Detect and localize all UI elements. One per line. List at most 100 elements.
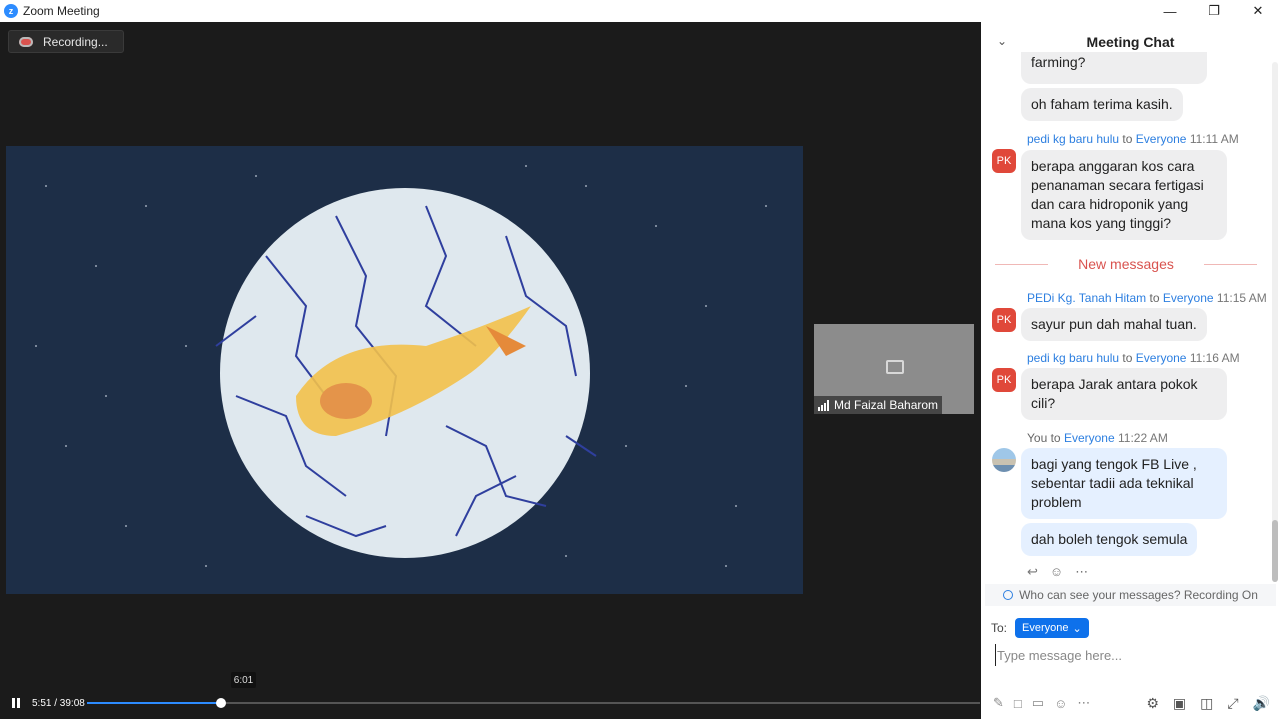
- captions-icon[interactable]: ▣: [1173, 695, 1186, 712]
- chat-message-text: farming?: [1031, 54, 1086, 70]
- shared-screen: [6, 146, 803, 594]
- message-time: 11:15 AM: [1216, 291, 1267, 305]
- format-text-icon[interactable]: ✎: [993, 695, 1004, 711]
- to-word: to: [1149, 291, 1160, 305]
- recording-label: Recording...: [43, 34, 108, 49]
- chat-message-line: problem: [1031, 494, 1082, 510]
- chat-message-line: sebentar tadii ada teknikal: [1031, 475, 1194, 491]
- recipient-dropdown[interactable]: Everyone ⌄: [1015, 618, 1089, 638]
- seek-bar-progress: [87, 702, 221, 704]
- avatar[interactable]: PK: [992, 149, 1016, 173]
- shared-screen-image: [6, 146, 803, 594]
- recording-indicator[interactable]: Recording...: [8, 30, 124, 53]
- chat-message-line: berapa anggaran kos cara: [1031, 158, 1195, 174]
- message-time: 11:22 AM: [1118, 431, 1168, 445]
- participant-name: Md Faizal Baharom: [834, 398, 939, 412]
- chat-sender-line: PEDi Kg. Tanah Hitam to Everyone 11:15 A…: [1027, 291, 1267, 305]
- fullscreen-icon[interactable]: ⤢: [1227, 695, 1238, 712]
- message-time: 11:11 AM: [1189, 132, 1239, 146]
- to-word: to: [1050, 431, 1061, 445]
- seek-handle[interactable]: [216, 698, 226, 708]
- chat-message-line: penanaman secara fertigasi: [1031, 177, 1204, 193]
- new-messages-label: New messages: [1078, 256, 1174, 272]
- chat-title: Meeting Chat: [1086, 34, 1175, 50]
- screenshot-icon[interactable]: □: [1014, 696, 1022, 711]
- chat-message-line: bagi yang tengok FB Live ,: [1031, 456, 1197, 472]
- picture-in-picture-icon[interactable]: ◫: [1200, 695, 1213, 712]
- chevron-down-icon: ⌄: [1072, 622, 1082, 635]
- pause-icon[interactable]: [12, 698, 22, 708]
- recipient-row: To: Everyone ⌄: [991, 618, 1089, 638]
- reply-icon[interactable]: ↩: [1027, 564, 1038, 580]
- chat-message: sayur pun dah mahal tuan.: [1021, 308, 1207, 341]
- file-icon[interactable]: ▭: [1032, 695, 1044, 711]
- seek-bar[interactable]: [87, 698, 980, 708]
- recipient-name[interactable]: Everyone: [1163, 291, 1214, 305]
- more-icon[interactable]: ⋯: [1075, 564, 1088, 580]
- chat-sender-line: pedi kg baru hulu to Everyone 11:11 AM: [1027, 132, 1239, 146]
- recipient-name[interactable]: Everyone: [1064, 431, 1115, 445]
- avatar[interactable]: [992, 448, 1016, 472]
- chat-message-text: dah boleh tengok semula: [1031, 531, 1188, 547]
- sender-name[interactable]: PEDi Kg. Tanah Hitam: [1027, 291, 1146, 305]
- chevron-down-icon[interactable]: ⌄: [997, 34, 1007, 48]
- chat-message-line: mana kos yang tinggi?: [1031, 215, 1172, 231]
- sender-name[interactable]: pedi kg baru hulu: [1027, 351, 1119, 365]
- chat-sender-line: pedi kg baru hulu to Everyone 11:16 AM: [1027, 351, 1240, 365]
- window-title: Zoom Meeting: [23, 4, 100, 18]
- chat-message: berapa Jarak antara pokok cili?: [1021, 368, 1227, 420]
- emoji-icon[interactable]: ☺: [1054, 696, 1067, 711]
- chat-message-input[interactable]: [995, 644, 1265, 666]
- restore-icon[interactable]: ❐: [1192, 0, 1236, 22]
- chat-message-line: sayur pun dah mahal tuan.: [1031, 316, 1197, 332]
- chat-message-line: berapa Jarak antara pokok: [1031, 376, 1198, 392]
- privacy-text: Who can see your messages? Recording On: [1019, 588, 1258, 602]
- new-messages-divider: New messages: [995, 256, 1258, 272]
- zoom-app: z Zoom Meeting — ❐ ✕ Recording... Md Fai…: [0, 0, 1280, 719]
- chat-message: farming?: [1021, 52, 1207, 84]
- sender-name: You: [1027, 431, 1048, 445]
- avatar[interactable]: PK: [992, 368, 1016, 392]
- chat-message-line: dan cara hidroponik yang: [1031, 196, 1189, 212]
- recipient-name[interactable]: Everyone: [1136, 351, 1187, 365]
- chat-message: dah boleh tengok semula: [1021, 523, 1198, 556]
- emoji-reaction-icon[interactable]: ☺: [1050, 564, 1063, 580]
- recipient-name[interactable]: Everyone: [1136, 132, 1187, 146]
- more-icon[interactable]: ⋯: [1077, 695, 1090, 711]
- privacy-notice[interactable]: Who can see your messages? Recording On: [985, 584, 1276, 606]
- chat-sender-line: You to Everyone 11:22 AM: [1027, 431, 1168, 445]
- message-actions: ↩ ☺ ⋯: [1027, 564, 1088, 580]
- to-word: to: [1122, 351, 1133, 365]
- scrollbar-thumb[interactable]: [1272, 520, 1278, 582]
- avatar[interactable]: PK: [992, 308, 1016, 332]
- recording-cloud-icon: [19, 36, 33, 47]
- person-info-icon: [1003, 590, 1014, 600]
- to-word: to: [1122, 132, 1133, 146]
- chat-message: berapa anggaran kos cara penanaman secar…: [1021, 150, 1227, 240]
- chat-message-line: cili?: [1031, 395, 1056, 411]
- volume-icon[interactable]: 🔊: [1253, 695, 1270, 712]
- signal-strength-icon: [818, 399, 829, 411]
- gear-icon[interactable]: ⚙: [1146, 695, 1159, 712]
- recipient-value: Everyone: [1022, 622, 1069, 634]
- chat-scrollbar[interactable]: [1272, 62, 1278, 582]
- window-controls: — ❐ ✕: [1148, 0, 1280, 22]
- zoom-logo-icon: z: [4, 4, 18, 18]
- title-bar: z Zoom Meeting — ❐ ✕: [0, 0, 1280, 22]
- chat-message: bagi yang tengok FB Live , sebentar tadi…: [1021, 448, 1227, 519]
- chat-message-text: oh faham terima kasih.: [1031, 96, 1173, 112]
- close-icon[interactable]: ✕: [1236, 0, 1280, 22]
- participant-tile[interactable]: Md Faizal Baharom: [814, 324, 974, 414]
- sender-name[interactable]: pedi kg baru hulu: [1027, 132, 1119, 146]
- minimize-icon[interactable]: —: [1148, 0, 1192, 22]
- camera-off-icon: [886, 360, 904, 374]
- chat-message: oh faham terima kasih.: [1021, 88, 1183, 121]
- to-label: To:: [991, 621, 1008, 635]
- playback-bar: 5:51 / 39:08: [0, 692, 980, 714]
- participant-name-tag: Md Faizal Baharom: [814, 396, 943, 414]
- scrub-time-tooltip: 6:01: [231, 672, 256, 688]
- chat-panel: ⌄ Meeting Chat farming? oh faham terima …: [981, 22, 1280, 719]
- video-area: Recording... Md Faizal Baharom 6:01 5:51…: [0, 22, 980, 719]
- playback-time: 5:51 / 39:08: [32, 697, 85, 709]
- player-controls: ⚙ ▣ ◫ ⤢ 🔊: [1146, 690, 1280, 716]
